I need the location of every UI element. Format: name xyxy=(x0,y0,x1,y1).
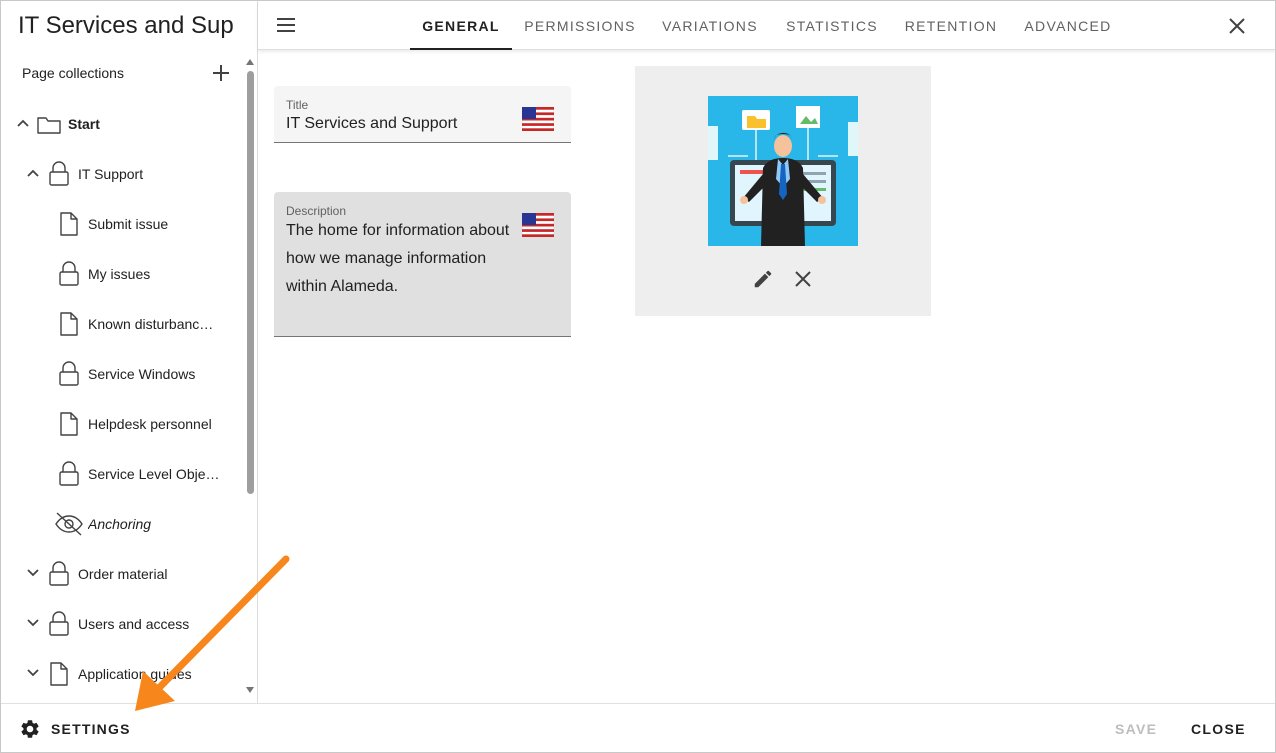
description-field[interactable]: Description The home for information abo… xyxy=(274,192,571,337)
tree-item-my-issues[interactable]: My issues xyxy=(1,249,244,299)
remove-image-icon[interactable] xyxy=(793,269,813,289)
tree-item-label: IT Support xyxy=(78,166,144,182)
chevron-up-icon[interactable] xyxy=(15,115,31,131)
tree-item-helpdesk-personnel[interactable]: Helpdesk personnel xyxy=(1,399,244,449)
site-title: IT Services and Sup xyxy=(18,12,234,39)
title-field-label: Title xyxy=(286,98,309,112)
tree-item-label: My issues xyxy=(88,266,151,282)
title-field[interactable]: Title IT Services and Support xyxy=(274,86,571,143)
tree-item-anchoring[interactable]: Anchoring xyxy=(1,499,244,549)
tree-item-label: Helpdesk personnel xyxy=(88,416,212,432)
description-field-label: Description xyxy=(286,204,347,218)
tree-item-label: Service Windows xyxy=(88,366,196,382)
add-icon[interactable] xyxy=(211,63,231,83)
edit-pencil-icon[interactable] xyxy=(752,268,774,290)
save-button[interactable]: SAVE xyxy=(1115,721,1157,737)
tree-item-users-and-access[interactable]: Users and access xyxy=(1,599,244,649)
description-field-value[interactable]: The home for information about how we ma… xyxy=(286,217,526,301)
close-button[interactable]: CLOSE xyxy=(1191,721,1246,737)
page-image xyxy=(708,96,858,246)
bottom-action-bar: SAVE CLOSE xyxy=(258,703,1275,752)
lock-icon xyxy=(59,361,79,386)
lock-icon xyxy=(49,561,69,586)
tree-item-label: Submit issue xyxy=(88,216,169,232)
tree-item-label: Anchoring xyxy=(88,516,152,532)
folder-icon xyxy=(37,117,61,134)
chevron-up-icon[interactable] xyxy=(25,165,41,181)
chevron-down-icon[interactable] xyxy=(25,615,41,631)
scroll-down-arrow[interactable] xyxy=(246,687,254,693)
tab-general[interactable]: GENERAL xyxy=(410,1,512,50)
tree-item-known-disturbances[interactable]: Known disturbanc… xyxy=(1,299,244,349)
tree-item-label: Known disturbanc… xyxy=(88,316,214,332)
tree-item-it-support[interactable]: IT Support xyxy=(1,149,244,199)
settings-label: SETTINGS xyxy=(51,721,131,737)
close-icon[interactable] xyxy=(1226,15,1248,37)
title-field-value[interactable]: IT Services and Support xyxy=(286,115,457,133)
lock-icon xyxy=(59,461,79,486)
tree-item-start[interactable]: Start xyxy=(1,99,244,149)
page-icon xyxy=(60,412,78,436)
top-bar: GENERAL PERMISSIONS VARIATIONS STATISTIC… xyxy=(258,1,1275,50)
tab-variations[interactable]: VARIATIONS xyxy=(656,1,764,50)
eye-off-icon xyxy=(55,512,83,536)
lock-icon xyxy=(49,161,69,186)
sidebar: IT Services and Sup Page collections Sta… xyxy=(1,1,258,752)
page-icon xyxy=(60,312,78,336)
tree-item-order-material[interactable]: Order material xyxy=(1,549,244,599)
settings-button[interactable]: SETTINGS xyxy=(19,718,131,740)
page-icon xyxy=(50,662,68,686)
chevron-down-icon[interactable] xyxy=(25,565,41,581)
page-image-card xyxy=(635,66,931,316)
us-flag-icon[interactable] xyxy=(522,213,554,237)
gear-icon xyxy=(21,720,39,738)
page-collections-label: Page collections xyxy=(22,65,124,81)
lock-icon xyxy=(49,611,69,636)
tab-statistics[interactable]: STATISTICS xyxy=(780,1,884,50)
main-panel: GENERAL PERMISSIONS VARIATIONS STATISTIC… xyxy=(258,1,1275,752)
tree-item-label: Order material xyxy=(78,566,168,582)
page-icon xyxy=(60,212,78,236)
hamburger-menu-icon[interactable] xyxy=(275,15,297,35)
tab-advanced[interactable]: ADVANCED xyxy=(1018,1,1118,50)
page-tree: Start IT Support Submit issue My issues xyxy=(1,99,244,699)
tree-item-label: Service Level Obje… xyxy=(88,466,220,482)
tree-item-application-guides[interactable]: Application guides xyxy=(1,649,244,699)
tab-retention[interactable]: RETENTION xyxy=(900,1,1002,50)
app-window: IT Services and Sup Page collections Sta… xyxy=(0,0,1276,753)
tree-item-submit-issue[interactable]: Submit issue xyxy=(1,199,244,249)
us-flag-icon[interactable] xyxy=(522,107,554,131)
tab-permissions[interactable]: PERMISSIONS xyxy=(520,1,640,50)
lock-icon xyxy=(59,261,79,286)
chevron-down-icon[interactable] xyxy=(25,665,41,681)
tree-item-service-windows[interactable]: Service Windows xyxy=(1,349,244,399)
scroll-up-arrow[interactable] xyxy=(246,59,254,65)
tree-item-label: Users and access xyxy=(78,616,190,632)
tree-item-service-level-objectives[interactable]: Service Level Obje… xyxy=(1,449,244,499)
tree-item-label: Application guides xyxy=(78,666,192,682)
sidebar-footer: SETTINGS xyxy=(1,703,258,752)
tree-item-label: Start xyxy=(68,116,100,132)
scrollbar-thumb[interactable] xyxy=(247,71,254,494)
